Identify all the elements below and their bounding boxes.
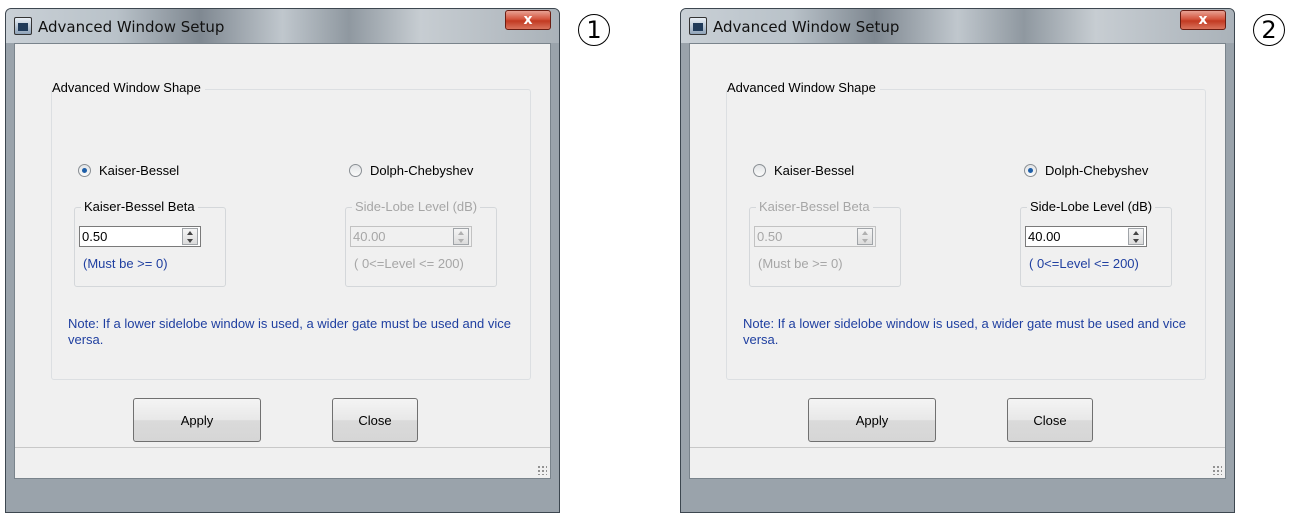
arrow-up-icon[interactable] bbox=[187, 231, 193, 235]
kaiser-beta-title: Kaiser-Bessel Beta bbox=[756, 199, 873, 214]
sidelobe-note: Note: If a lower sidelobe window is used… bbox=[68, 316, 511, 347]
arrow-down-icon[interactable] bbox=[187, 239, 193, 243]
radio-kaiser-bessel[interactable]: Kaiser-Bessel bbox=[78, 163, 179, 178]
kaiser-beta-title: Kaiser-Bessel Beta bbox=[81, 199, 198, 214]
radio-label: Kaiser-Bessel bbox=[99, 163, 180, 178]
spin-value: 40.00 bbox=[353, 229, 386, 244]
side-lobe-title: Side-Lobe Level (dB) bbox=[352, 199, 481, 214]
dialog-client-area: Advanced Window Shape Kaiser-Bessel Dolp… bbox=[14, 43, 551, 479]
close-button[interactable]: Close bbox=[332, 398, 418, 442]
window-shape-group: Advanced Window Shape Kaiser-Bessel Dolp… bbox=[726, 80, 1206, 380]
kaiser-bessel-beta-group: Kaiser-Bessel Beta 0.50 (Must be >= 0) bbox=[74, 199, 226, 287]
kaiser-bessel-beta-group: Kaiser-Bessel Beta 0.50 (Must be >= 0) bbox=[749, 199, 901, 287]
radio-label: Dolph-Chebyshev bbox=[1045, 163, 1149, 178]
side-lobe-hint: ( 0<=Level <= 200) bbox=[354, 256, 464, 271]
close-icon[interactable]: x bbox=[1180, 10, 1226, 30]
side-lobe-hint: ( 0<=Level <= 200) bbox=[1029, 256, 1139, 271]
spin-up-down-icon bbox=[857, 228, 873, 245]
kaiser-hint: (Must be >= 0) bbox=[83, 256, 168, 271]
side-lobe-level-group: Side-Lobe Level (dB) 40.00 ( 0<=Level <=… bbox=[1020, 199, 1172, 287]
window-title: Advanced Window Setup bbox=[38, 18, 225, 36]
app-window-icon[interactable] bbox=[689, 17, 707, 35]
close-button[interactable]: Close bbox=[1007, 398, 1093, 442]
arrow-up-icon[interactable] bbox=[1133, 231, 1139, 235]
radio-button-icon[interactable] bbox=[349, 164, 362, 177]
radio-kaiser-bessel[interactable]: Kaiser-Bessel bbox=[753, 163, 854, 178]
side-lobe-level-group: Side-Lobe Level (dB) 40.00 ( 0<=Level <=… bbox=[345, 199, 497, 287]
arrow-up-icon bbox=[458, 231, 464, 235]
radio-button-icon[interactable] bbox=[78, 164, 91, 177]
kaiser-beta-input: 0.50 bbox=[754, 226, 876, 247]
radio-dolph-chebyshev[interactable]: Dolph-Chebyshev bbox=[349, 163, 473, 178]
status-bar bbox=[690, 447, 1225, 478]
arrow-down-icon bbox=[862, 239, 868, 243]
kaiser-beta-input[interactable]: 0.50 bbox=[79, 226, 201, 247]
sidelobe-note: Note: If a lower sidelobe window is used… bbox=[743, 316, 1186, 347]
group-title: Advanced Window Shape bbox=[727, 80, 880, 95]
kaiser-hint: (Must be >= 0) bbox=[758, 256, 843, 271]
side-lobe-title: Side-Lobe Level (dB) bbox=[1027, 199, 1156, 214]
radio-label: Dolph-Chebyshev bbox=[370, 163, 474, 178]
arrow-down-icon bbox=[458, 239, 464, 243]
spin-value[interactable]: 0.50 bbox=[82, 229, 107, 244]
spin-value: 0.50 bbox=[757, 229, 783, 244]
spin-value[interactable]: 40.00 bbox=[1028, 229, 1061, 244]
step-badge-1: 1 bbox=[578, 14, 610, 46]
radio-button-icon[interactable] bbox=[753, 164, 766, 177]
spin-up-down-icon bbox=[453, 228, 469, 245]
advanced-window-setup-dialog-1: Advanced Window Setup x Advanced Window … bbox=[5, 8, 560, 513]
resize-grip-icon[interactable] bbox=[537, 465, 547, 475]
title-bar[interactable]: Advanced Window Setup x bbox=[681, 9, 1234, 43]
apply-button[interactable]: Apply bbox=[808, 398, 936, 442]
app-window-icon[interactable] bbox=[14, 17, 32, 35]
radio-dolph-chebyshev[interactable]: Dolph-Chebyshev bbox=[1024, 163, 1148, 178]
title-bar[interactable]: Advanced Window Setup x bbox=[6, 9, 559, 43]
spin-up-down-icon[interactable] bbox=[182, 228, 198, 245]
status-bar bbox=[15, 447, 550, 478]
advanced-window-setup-dialog-2: Advanced Window Setup x Advanced Window … bbox=[680, 8, 1235, 513]
radio-button-icon[interactable] bbox=[1024, 164, 1037, 177]
arrow-up-icon bbox=[862, 231, 868, 235]
apply-button[interactable]: Apply bbox=[133, 398, 261, 442]
resize-grip-icon[interactable] bbox=[1212, 465, 1222, 475]
spin-up-down-icon[interactable] bbox=[1128, 228, 1144, 245]
close-icon[interactable]: x bbox=[505, 10, 551, 30]
window-shape-group: Advanced Window Shape Kaiser-Bessel Dolp… bbox=[51, 80, 531, 380]
side-lobe-input[interactable]: 40.00 bbox=[1025, 226, 1147, 247]
group-title: Advanced Window Shape bbox=[52, 80, 205, 95]
arrow-down-icon[interactable] bbox=[1133, 239, 1139, 243]
side-lobe-input: 40.00 bbox=[350, 226, 472, 247]
window-title: Advanced Window Setup bbox=[713, 18, 900, 36]
step-badge-2: 2 bbox=[1253, 14, 1285, 46]
dialog-client-area: Advanced Window Shape Kaiser-Bessel Dolp… bbox=[689, 43, 1226, 479]
radio-label: Kaiser-Bessel bbox=[774, 163, 855, 178]
